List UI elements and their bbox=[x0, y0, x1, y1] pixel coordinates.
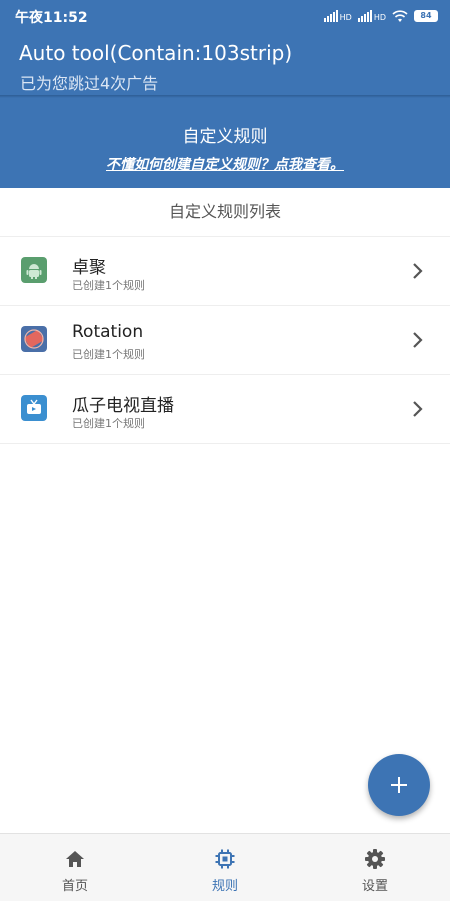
chip-icon bbox=[215, 849, 235, 869]
signal-label-2: HD bbox=[373, 13, 386, 22]
wifi-icon bbox=[392, 9, 408, 22]
rule-list: 卓聚 已创建1个规则 Rotation 已创建1个规则 瓜子电视直播 已创建1个… bbox=[0, 237, 450, 444]
app-title: Auto tool(Contain:103strip) bbox=[19, 41, 293, 65]
add-rule-button[interactable] bbox=[368, 754, 430, 816]
signal-icon: HD bbox=[323, 10, 352, 22]
android-icon bbox=[21, 257, 47, 283]
home-icon bbox=[66, 851, 84, 867]
bottom-nav: 首页 规则 设置 bbox=[0, 833, 450, 901]
rotation-app-icon bbox=[21, 326, 47, 352]
nav-item-home[interactable]: 首页 bbox=[0, 834, 150, 901]
plus-icon bbox=[391, 777, 407, 793]
status-icons: HD HD 84 bbox=[323, 8, 438, 24]
list-item[interactable]: Rotation 已创建1个规则 bbox=[0, 306, 450, 375]
list-item[interactable]: 卓聚 已创建1个规则 bbox=[0, 237, 450, 306]
chevron-right-icon bbox=[413, 332, 423, 348]
status-bar: 午夜11:52 HD HD 84 bbox=[0, 0, 450, 33]
status-time: 午夜11:52 bbox=[15, 10, 88, 26]
tv-app-icon bbox=[21, 395, 47, 421]
rules-banner: 自定义规则 不懂如何创建自定义规则？点我查看。 bbox=[0, 98, 450, 188]
signal-icon-2: HD bbox=[357, 10, 386, 22]
list-item-title: 瓜子电视直播 bbox=[72, 396, 174, 416]
gear-icon bbox=[365, 849, 385, 869]
nav-item-rules[interactable]: 规则 bbox=[150, 834, 300, 901]
list-item-subtitle: 已创建1个规则 bbox=[72, 348, 145, 361]
nav-label-rules: 规则 bbox=[211, 879, 238, 894]
list-item-subtitle: 已创建1个规则 bbox=[72, 417, 145, 430]
nav-label-home: 首页 bbox=[61, 879, 88, 894]
chevron-right-icon bbox=[413, 263, 423, 279]
banner-title: 自定义规则 bbox=[182, 127, 268, 147]
help-link[interactable]: 不懂如何创建自定义规则？点我查看。 bbox=[0, 154, 450, 174]
list-item-subtitle: 已创建1个规则 bbox=[72, 279, 145, 292]
battery-icon: 84 bbox=[414, 10, 438, 22]
nav-item-settings[interactable]: 设置 bbox=[300, 834, 450, 901]
app-subtitle: 已为您跳过4次广告 bbox=[20, 74, 159, 93]
list-item-title: 卓聚 bbox=[72, 258, 106, 278]
list-item-title: Rotation bbox=[72, 322, 144, 342]
chevron-right-icon bbox=[413, 401, 423, 417]
signal-label: HD bbox=[339, 13, 352, 22]
nav-label-settings: 设置 bbox=[361, 879, 388, 894]
list-header: 自定义规则列表 bbox=[0, 188, 450, 237]
list-item[interactable]: 瓜子电视直播 已创建1个规则 bbox=[0, 375, 450, 444]
app-bar: Auto tool(Contain:103strip) 已为您跳过4次广告 bbox=[0, 33, 450, 95]
